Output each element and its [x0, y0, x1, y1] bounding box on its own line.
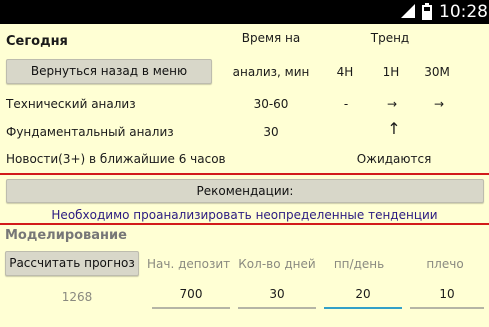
points-per-day-label: пп/день [333, 257, 385, 271]
recommendation-text: Необходимо проанализировать неопределенн… [51, 208, 438, 222]
technical-analysis-time: 30-60 [253, 97, 289, 111]
days-count-underline [238, 307, 316, 309]
status-time: 10:28 [439, 2, 488, 22]
trend-header: Тренд [370, 31, 410, 45]
initial-deposit-label: Нач. депозит [147, 257, 231, 271]
timeframe-1h: 1H [382, 65, 400, 79]
technical-trend-4h: - [343, 97, 349, 111]
modeling-title: Моделирование [5, 228, 127, 243]
leverage-label: плечо [426, 257, 464, 271]
news-status: Ожидаются [356, 152, 432, 166]
recommendations-button[interactable]: Рекомендации: [6, 179, 484, 203]
fundamental-analysis-label: Фундаментальный анализ [6, 125, 174, 139]
technical-trend-1h: → [386, 97, 398, 111]
today-heading: Сегодня [6, 34, 68, 49]
leverage-underline [410, 307, 484, 309]
signal-icon [401, 4, 415, 18]
timeframe-4h: 4H [336, 65, 354, 79]
timeframe-30m: 30M [424, 65, 450, 79]
initial-deposit-underline [152, 307, 230, 309]
status-bar: 10:28 [0, 0, 489, 24]
days-count-label: Кол-во дней [238, 257, 316, 271]
time-column-header-line2: анализ, мин [232, 65, 310, 79]
divider-bottom [0, 223, 489, 225]
fundamental-trend-1h: ↑ [387, 119, 401, 138]
technical-analysis-label: Технический анализ [6, 97, 136, 111]
leverage-input[interactable]: 10 [410, 286, 484, 302]
fundamental-analysis-time: 30 [263, 125, 279, 139]
battery-icon [422, 3, 432, 20]
divider-top [0, 173, 489, 175]
points-per-day-underline [324, 307, 402, 309]
technical-trend-30m: → [433, 97, 445, 111]
back-to-menu-button[interactable]: Вернуться назад в меню [6, 59, 212, 84]
points-per-day-input[interactable]: 20 [324, 286, 402, 302]
time-column-header-line1: Время на [241, 31, 301, 45]
news-label: Новости(3+) в ближайшие 6 часов [6, 152, 226, 166]
days-count-input[interactable]: 30 [238, 286, 316, 302]
initial-deposit-input[interactable]: 700 [152, 286, 230, 302]
forecast-result: 1268 [61, 290, 93, 304]
calculate-forecast-button[interactable]: Рассчитать прогноз [5, 251, 139, 276]
